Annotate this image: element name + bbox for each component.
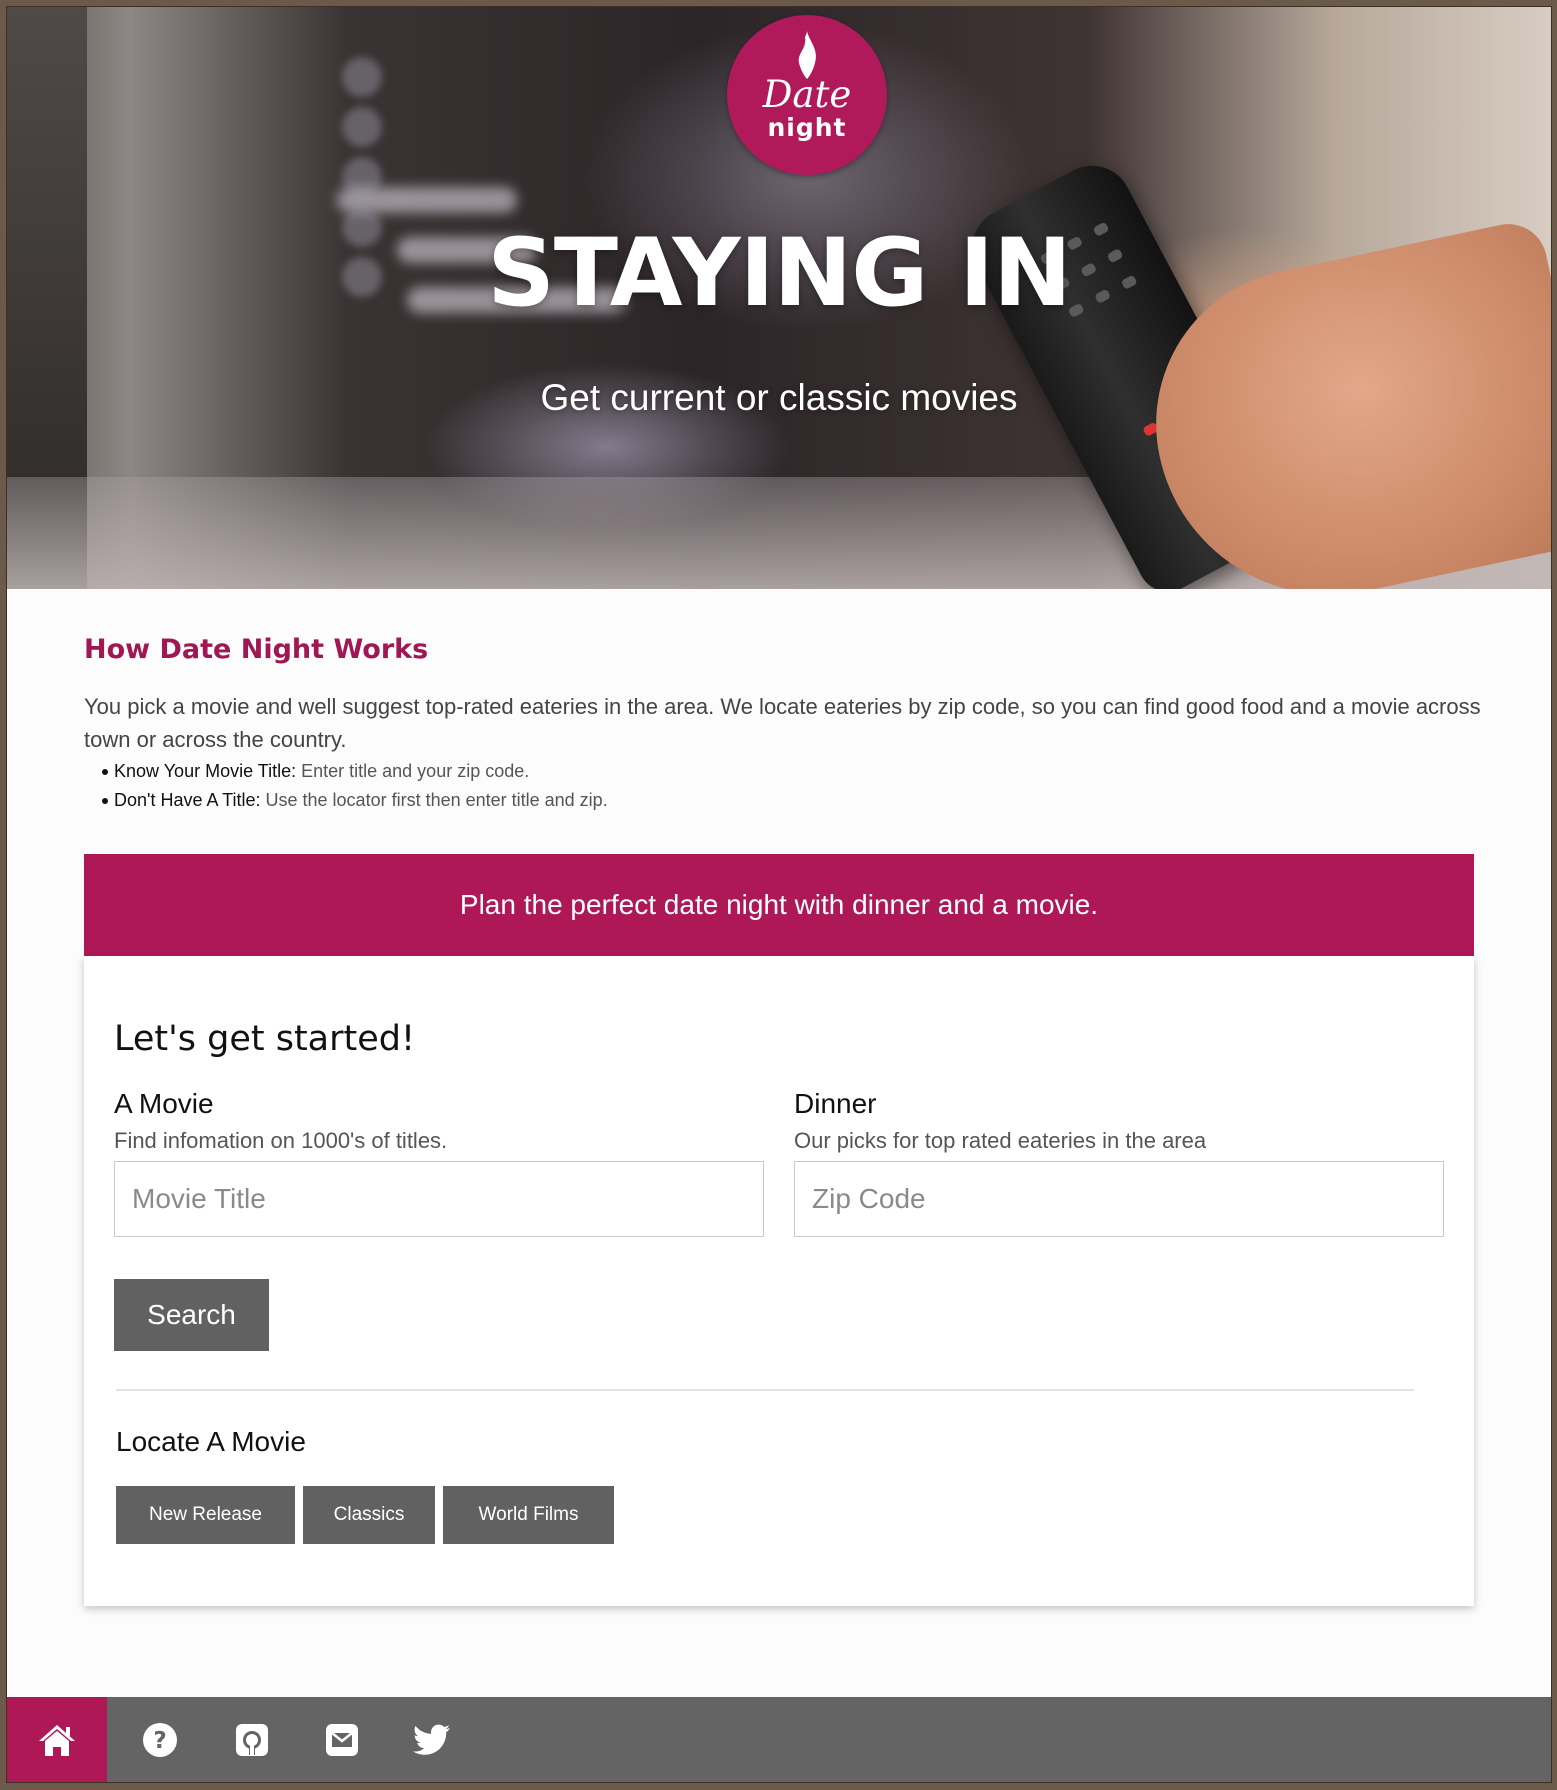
divider xyxy=(116,1389,1414,1391)
list-item-text: Enter title and your zip code. xyxy=(296,761,530,781)
classics-button[interactable]: Classics xyxy=(303,1486,435,1544)
footer-nav: ? xyxy=(7,1697,1551,1782)
list-item-key: Know Your Movie Title: xyxy=(114,761,297,781)
svg-text:?: ? xyxy=(153,1728,166,1754)
dinner-description: Our picks for top rated eateries in the … xyxy=(794,1128,1207,1153)
hero-title: STAYING IN xyxy=(487,219,1072,328)
how-it-works-list: Know Your Movie Title: Enter title and y… xyxy=(84,757,608,815)
footer-twitter-link[interactable] xyxy=(387,1697,477,1782)
question-circle-icon: ? xyxy=(143,1722,177,1757)
github-icon xyxy=(236,1723,268,1756)
logo-text-night: night xyxy=(767,113,847,142)
list-item-key: Don't Have A Title: xyxy=(114,790,261,810)
plan-banner: Plan the perfect date night with dinner … xyxy=(84,854,1474,956)
date-night-logo[interactable]: Date night xyxy=(727,15,887,175)
locate-heading: Locate A Movie xyxy=(116,1426,306,1457)
search-button[interactable]: Search xyxy=(114,1279,269,1351)
form-heading: Let's get started! xyxy=(114,1019,416,1059)
search-card: Let's get started! A Movie Find infomati… xyxy=(84,956,1474,1606)
flame-icon xyxy=(798,31,816,79)
footer-email-link[interactable] xyxy=(297,1697,387,1782)
movie-label: A Movie xyxy=(114,1088,214,1119)
list-item-text: Use the locator first then enter title a… xyxy=(260,790,608,810)
list-item: Don't Have A Title: Use the locator firs… xyxy=(84,786,608,815)
how-it-works-description: You pick a movie and well suggest top-ra… xyxy=(84,694,1481,752)
envelope-icon xyxy=(326,1723,358,1756)
new-release-button[interactable]: New Release xyxy=(116,1486,295,1544)
hero-background-dot xyxy=(342,57,382,97)
footer-help-link[interactable]: ? xyxy=(115,1697,205,1782)
hero-background-dot xyxy=(342,157,382,197)
dinner-label: Dinner xyxy=(794,1088,877,1119)
hero-banner: Date night STAYING IN Get current or cla… xyxy=(7,7,1551,589)
footer-github-link[interactable] xyxy=(207,1697,297,1782)
twitter-icon xyxy=(413,1724,450,1755)
logo-text-date: Date xyxy=(762,73,852,116)
movie-description: Find infomation on 1000's of titles. xyxy=(114,1128,448,1153)
home-icon xyxy=(39,1724,75,1756)
world-films-button[interactable]: World Films xyxy=(443,1486,614,1544)
hero-subtitle: Get current or classic movies xyxy=(540,377,1018,418)
page: Date night STAYING IN Get current or cla… xyxy=(7,7,1551,1782)
footer-home-link[interactable] xyxy=(7,1697,107,1782)
hero-background-dot xyxy=(342,107,382,147)
list-item: Know Your Movie Title: Enter title and y… xyxy=(84,757,608,786)
movie-title-input[interactable] xyxy=(114,1161,764,1237)
zip-code-input[interactable] xyxy=(794,1161,1444,1237)
how-it-works-title: How Date Night Works xyxy=(84,634,429,665)
